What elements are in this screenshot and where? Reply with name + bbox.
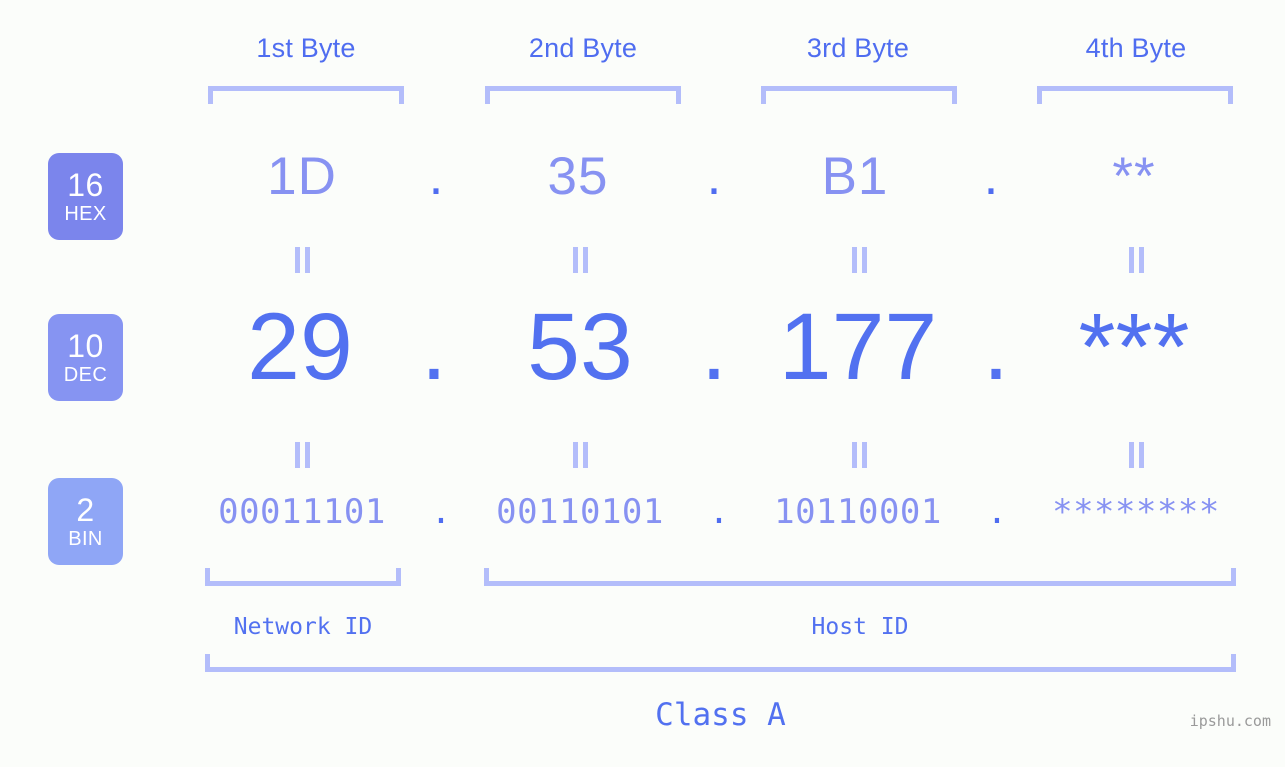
host-id-label: Host ID xyxy=(811,614,909,640)
dec-separator-3: . xyxy=(982,294,1010,400)
bin-byte-2: 00110101 xyxy=(496,492,664,532)
bin-byte-1: 00011101 xyxy=(218,492,386,532)
base-badge-dec-number: 10 xyxy=(67,328,104,364)
byte-header-2: 2nd Byte xyxy=(528,33,638,63)
equals-mark-dec-bin-4 xyxy=(1126,442,1146,468)
byte-bracket-4 xyxy=(1037,86,1233,104)
class-bracket xyxy=(205,654,1236,672)
ip-breakdown-diagram: 1st Byte 2nd Byte 3rd Byte 4th Byte 16 H… xyxy=(0,0,1285,767)
equals-mark-hex-dec-3 xyxy=(849,247,869,273)
base-badge-hex-number: 16 xyxy=(67,167,104,203)
hex-byte-4: ** xyxy=(1112,147,1156,206)
byte-bracket-1 xyxy=(208,86,404,104)
hex-byte-2: 35 xyxy=(547,147,609,206)
base-badge-bin: 2 BIN xyxy=(48,478,123,565)
bin-byte-3: 10110001 xyxy=(774,492,942,532)
byte-bracket-3 xyxy=(761,86,957,104)
byte-header-3: 3rd Byte xyxy=(806,33,910,63)
bin-byte-4: ******** xyxy=(1052,492,1220,532)
dec-byte-1: 29 xyxy=(247,294,353,400)
dec-separator-2: . xyxy=(700,294,728,400)
byte-header-1: 1st Byte xyxy=(256,33,356,63)
dec-separator-1: . xyxy=(420,294,448,400)
site-watermark: ipshu.com xyxy=(1189,712,1271,730)
equals-mark-hex-dec-1 xyxy=(292,247,312,273)
dec-byte-3: 177 xyxy=(778,294,938,400)
equals-mark-hex-dec-2 xyxy=(570,247,590,273)
bin-separator-2: . xyxy=(708,492,730,532)
base-badge-hex-name: HEX xyxy=(64,203,107,225)
hex-byte-1: 1D xyxy=(267,147,337,206)
hex-separator-3: . xyxy=(983,147,999,206)
equals-mark-dec-bin-3 xyxy=(849,442,869,468)
dec-byte-4: *** xyxy=(1078,294,1190,400)
hex-separator-1: . xyxy=(428,147,444,206)
bin-separator-3: . xyxy=(986,492,1008,532)
host-id-bracket xyxy=(484,568,1236,586)
network-id-bracket xyxy=(205,568,401,586)
equals-mark-dec-bin-2 xyxy=(570,442,590,468)
dec-byte-2: 53 xyxy=(527,294,633,400)
base-badge-bin-number: 2 xyxy=(76,492,95,528)
class-label: Class A xyxy=(655,697,786,733)
hex-separator-2: . xyxy=(706,147,722,206)
base-badge-dec-name: DEC xyxy=(63,364,108,386)
hex-byte-3: B1 xyxy=(821,147,889,206)
byte-bracket-2 xyxy=(485,86,681,104)
bin-separator-1: . xyxy=(430,492,452,532)
base-badge-hex: 16 HEX xyxy=(48,153,123,240)
equals-mark-hex-dec-4 xyxy=(1126,247,1146,273)
equals-mark-dec-bin-1 xyxy=(292,442,312,468)
network-id-label: Network ID xyxy=(233,614,373,640)
base-badge-bin-name: BIN xyxy=(68,528,103,550)
base-badge-dec: 10 DEC xyxy=(48,314,123,401)
byte-header-4: 4th Byte xyxy=(1085,33,1187,63)
